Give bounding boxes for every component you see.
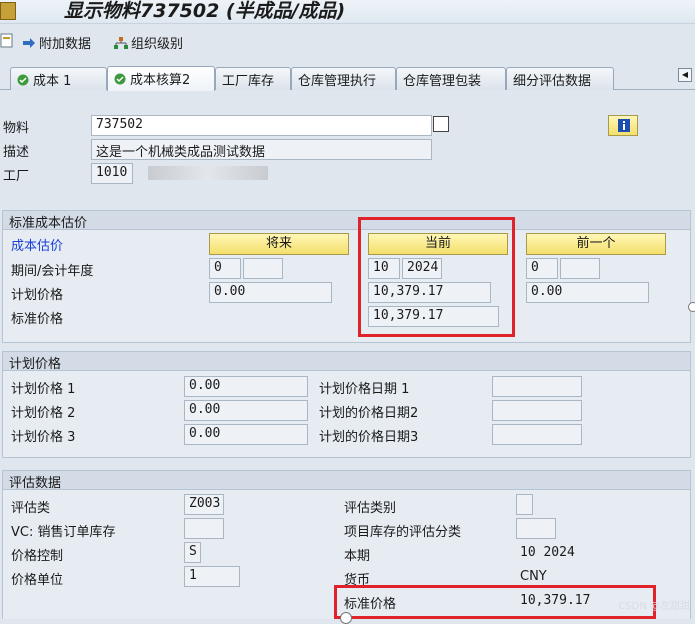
tab-label: 仓库管理执行 bbox=[298, 74, 377, 89]
planned-price-date-2-label: 计划的价格日期2 bbox=[319, 406, 419, 421]
plant-name-blurred bbox=[148, 166, 268, 180]
future-year-field[interactable] bbox=[243, 258, 283, 279]
org-levels-label: 组织级别 bbox=[131, 37, 184, 52]
check-icon bbox=[17, 74, 29, 86]
material-field[interactable]: 737502 bbox=[91, 115, 432, 136]
period-label: 期间/会计年度 bbox=[11, 264, 94, 279]
project-stock-valuation-label: 项目库存的评估分类 bbox=[344, 525, 462, 540]
vc-sales-order-stock-field[interactable] bbox=[184, 518, 224, 539]
scroll-handle[interactable] bbox=[688, 302, 695, 312]
tab-plant-stock[interactable]: 工厂库存 bbox=[215, 67, 291, 90]
tab-bar: 成本 1 成本核算2 工厂库存 仓库管理执行 仓库管理包装 细分评估数据 bbox=[0, 62, 695, 91]
project-stock-valuation-field[interactable] bbox=[516, 518, 556, 539]
future-button[interactable]: 将来 bbox=[209, 233, 349, 255]
valuation-category-field[interactable] bbox=[516, 494, 533, 515]
group-title: 标准成本估价 bbox=[3, 211, 690, 231]
price-unit-label: 价格单位 bbox=[11, 573, 64, 588]
tab-split-valuation[interactable]: 细分评估数据 bbox=[506, 67, 614, 90]
check-icon bbox=[114, 73, 126, 85]
highlight-current-box bbox=[358, 217, 515, 337]
arrow-right-icon bbox=[23, 38, 35, 48]
toolbar: 附加数据 组织级别 bbox=[0, 28, 695, 54]
app-icon bbox=[0, 2, 16, 20]
toolbar-misc-icon[interactable] bbox=[0, 33, 14, 51]
attach-data-button[interactable]: 附加数据 bbox=[22, 33, 92, 52]
plant-field[interactable]: 1010 bbox=[91, 163, 133, 184]
planned-price-label: 计划价格 bbox=[11, 288, 64, 303]
tab-cost-2[interactable]: 成本核算2 bbox=[107, 66, 215, 91]
future-planned-price-field[interactable]: 0.00 bbox=[209, 282, 332, 303]
planned-price-3-label: 计划价格 3 bbox=[11, 430, 76, 445]
group-title: 评估数据 bbox=[3, 471, 690, 491]
cost-estimate-label: 成本估价 bbox=[11, 239, 64, 254]
page-title: 显示物料737502 (半成品/成品) bbox=[64, 0, 346, 22]
planned-price-3-field[interactable]: 0.00 bbox=[184, 424, 308, 445]
org-levels-button[interactable]: 组织级别 bbox=[114, 33, 184, 52]
planned-price-2-field[interactable]: 0.00 bbox=[184, 400, 308, 421]
description-field[interactable]: 这是一个机械类成品测试数据 bbox=[91, 139, 432, 160]
planned-price-1-label: 计划价格 1 bbox=[11, 382, 76, 397]
standard-price-label: 标准价格 bbox=[11, 312, 64, 327]
tab-label: 细分评估数据 bbox=[513, 74, 592, 89]
tab-label: 成本 1 bbox=[33, 74, 72, 89]
price-unit-field[interactable]: 1 bbox=[184, 566, 240, 587]
tab-label: 工厂库存 bbox=[222, 74, 275, 89]
attach-data-label: 附加数据 bbox=[39, 37, 92, 52]
previous-planned-price-field[interactable]: 0.00 bbox=[526, 282, 649, 303]
planned-price-date-2-field[interactable] bbox=[492, 400, 582, 421]
title-bar: 显示物料737502 (半成品/成品) bbox=[0, 0, 695, 24]
planned-price-1-field[interactable]: 0.00 bbox=[184, 376, 308, 397]
plant-label: 工厂 bbox=[3, 169, 30, 184]
valuation-category-label: 评估类别 bbox=[344, 501, 397, 516]
price-control-field[interactable]: S bbox=[184, 542, 201, 563]
description-label: 描述 bbox=[3, 145, 30, 160]
valuation-class-label: 评估类 bbox=[11, 501, 51, 516]
valuation-class-field[interactable]: Z003 bbox=[184, 494, 224, 515]
planned-price-date-3-field[interactable] bbox=[492, 424, 582, 445]
previous-button[interactable]: 前一个 bbox=[526, 233, 666, 255]
planned-price-date-1-label: 计划价格日期 1 bbox=[319, 382, 410, 397]
current-period-label: 本期 bbox=[344, 549, 371, 564]
tab-label: 仓库管理包装 bbox=[403, 74, 482, 89]
tab-label: 成本核算2 bbox=[130, 73, 191, 88]
vc-sales-order-stock-label: VC: 销售订单库存 bbox=[11, 525, 116, 540]
group-title: 计划价格 bbox=[3, 352, 690, 372]
current-period-value: 10 2024 bbox=[520, 545, 575, 560]
tab-cost-1[interactable]: 成本 1 bbox=[10, 67, 107, 90]
tab-wm-packaging[interactable]: 仓库管理包装 bbox=[396, 67, 506, 90]
planned-price-date-3-label: 计划的价格日期3 bbox=[319, 430, 419, 445]
info-button[interactable] bbox=[608, 115, 638, 136]
tab-scroll-left-button[interactable]: ◀ bbox=[678, 68, 692, 82]
watermark: CSDN @左甜甜 bbox=[618, 601, 690, 612]
tab-wm-execution[interactable]: 仓库管理执行 bbox=[291, 67, 396, 90]
previous-period-field[interactable]: 0 bbox=[526, 258, 558, 279]
resize-handle[interactable] bbox=[340, 612, 352, 624]
currency-value: CNY bbox=[520, 569, 547, 584]
previous-year-field[interactable] bbox=[560, 258, 600, 279]
planned-price-2-label: 计划价格 2 bbox=[11, 406, 76, 421]
material-label: 物料 bbox=[3, 121, 30, 136]
highlight-standard-price-box bbox=[334, 585, 656, 619]
price-control-label: 价格控制 bbox=[11, 549, 64, 564]
planned-price-date-1-field[interactable] bbox=[492, 376, 582, 397]
info-icon bbox=[618, 119, 630, 132]
org-levels-icon bbox=[114, 37, 128, 49]
material-window-icon[interactable] bbox=[433, 116, 449, 132]
future-period-field[interactable]: 0 bbox=[209, 258, 241, 279]
